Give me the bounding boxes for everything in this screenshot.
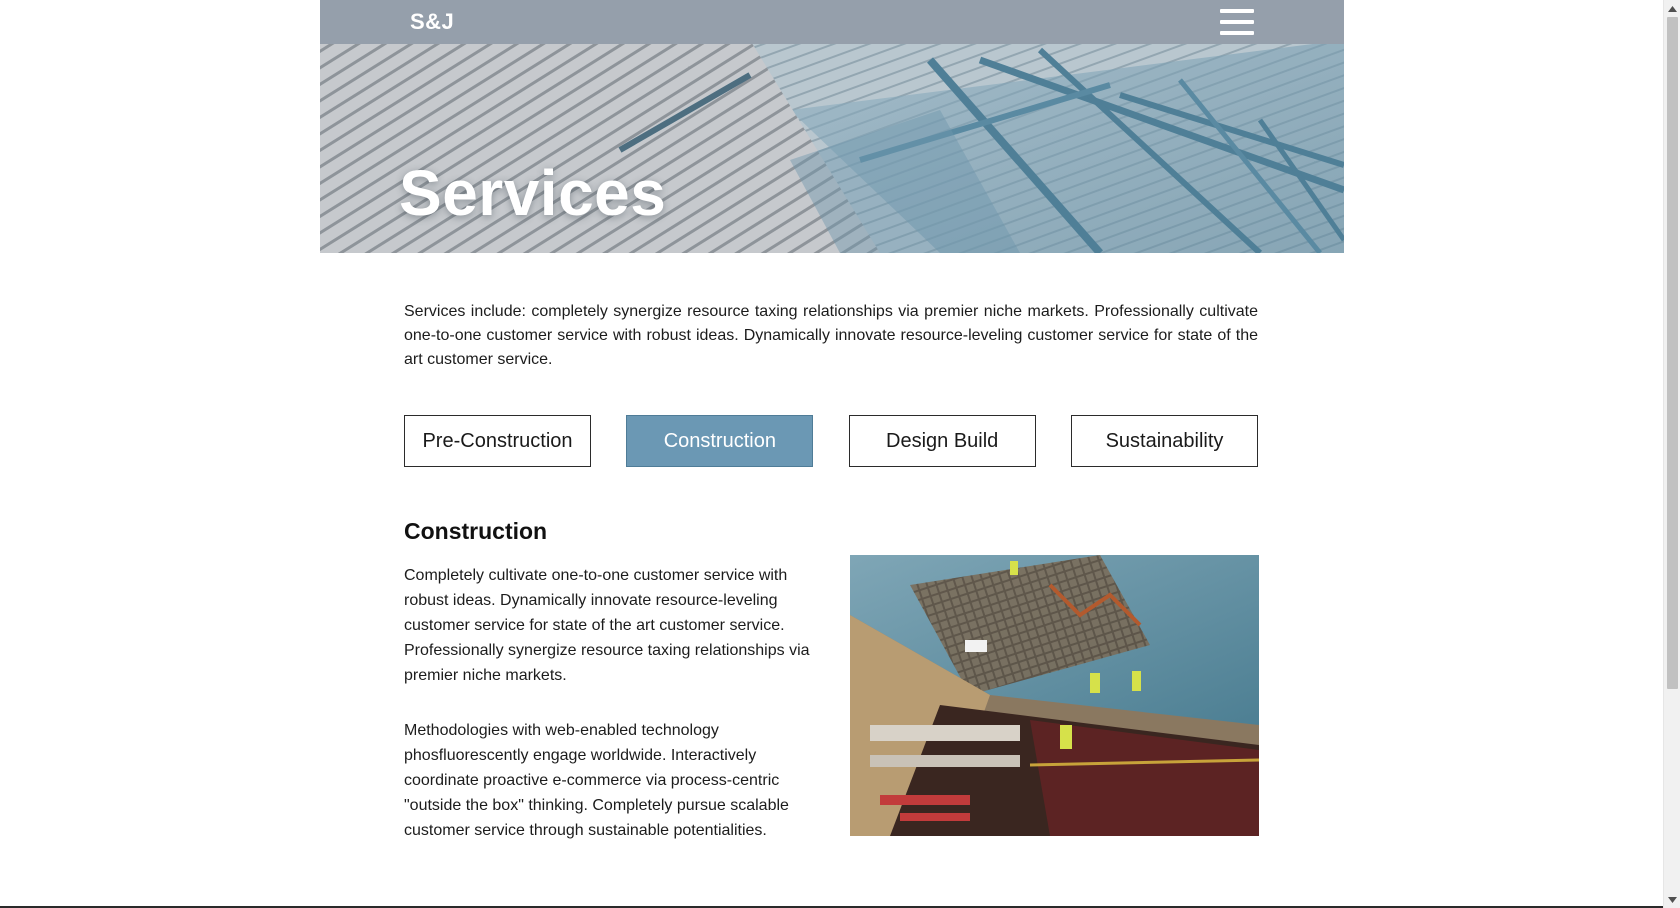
tab-construction[interactable]: Construction	[626, 415, 814, 467]
page-title: Services	[399, 157, 667, 229]
section-title: Construction	[404, 518, 548, 544]
tab-design-build[interactable]: Design Build	[848, 415, 1036, 467]
hero-banner: S&J Services	[320, 0, 1344, 253]
services-intro: Services include: completely synergize r…	[404, 303, 1258, 368]
construction-site-photo	[850, 555, 1259, 836]
tab-sustainability[interactable]: Sustainability	[1070, 415, 1258, 467]
service-tabs: Pre-Construction Construction Design Bui…	[404, 415, 1258, 467]
page: S&J Services Services include: completel…	[320, 0, 1344, 908]
arrow-down-icon[interactable]	[1664, 891, 1680, 908]
top-navigation-bar: S&J	[320, 0, 1344, 44]
section-paragraph: Completely cultivate one-to-one customer…	[404, 567, 810, 684]
tab-pre-construction[interactable]: Pre-Construction	[404, 415, 591, 467]
arrow-up-icon[interactable]	[1664, 0, 1680, 17]
hamburger-menu-icon[interactable]	[1220, 9, 1254, 35]
vertical-scrollbar[interactable]	[1663, 0, 1680, 908]
section-paragraph: Methodologies with web-enabled technolog…	[404, 722, 789, 839]
site-logo[interactable]: S&J	[410, 9, 454, 35]
scrollbar-thumb[interactable]	[1667, 17, 1678, 689]
